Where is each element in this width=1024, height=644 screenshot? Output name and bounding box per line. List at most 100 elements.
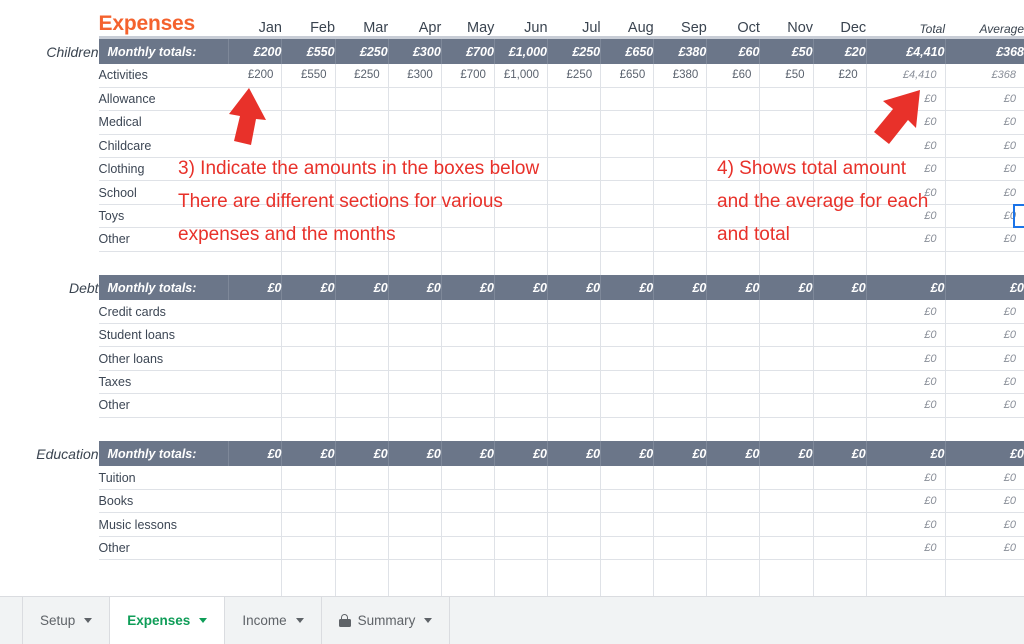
expense-month-cell[interactable] <box>388 300 442 325</box>
expense-month-cell[interactable] <box>281 110 336 135</box>
column-header-month[interactable]: Aug <box>601 0 654 36</box>
section-total-month[interactable]: £0 <box>228 275 283 301</box>
expense-month-cell[interactable] <box>600 157 655 182</box>
expense-month-cell[interactable] <box>494 180 549 205</box>
section-total-month[interactable]: £0 <box>759 441 814 467</box>
expense-row-total[interactable]: £0 <box>866 323 946 348</box>
expense-month-cell[interactable] <box>653 323 708 348</box>
section-total-month[interactable]: £0 <box>813 275 867 301</box>
expense-month-cell[interactable] <box>600 466 655 490</box>
expense-row-total[interactable]: £0 <box>866 204 946 229</box>
expense-row[interactable]: Other £0 £0 <box>0 393 1024 418</box>
expense-month-cell[interactable]: £50 <box>759 64 814 88</box>
expense-row[interactable]: Other £0 £0 <box>0 227 1024 252</box>
expense-month-cell[interactable] <box>813 346 867 371</box>
expense-month-cell[interactable] <box>706 227 761 252</box>
expense-month-cell[interactable] <box>813 110 867 135</box>
expense-month-cell[interactable] <box>653 157 708 182</box>
expense-month-cell[interactable] <box>813 157 867 182</box>
expense-month-cell[interactable] <box>494 300 549 325</box>
spacer-label-cell[interactable] <box>99 560 229 584</box>
expense-month-cell[interactable] <box>228 536 283 561</box>
expense-month-cell[interactable] <box>813 512 867 537</box>
expense-month-cell[interactable] <box>547 346 602 371</box>
expense-month-cell[interactable] <box>706 370 761 395</box>
expense-month-cell[interactable] <box>441 204 495 229</box>
spacer-cell[interactable] <box>706 417 761 442</box>
expense-month-cell[interactable] <box>335 134 389 159</box>
spacer-cell[interactable] <box>547 559 602 584</box>
expense-category-label[interactable]: Credit cards <box>98 300 229 325</box>
section-total-sum[interactable]: £0 <box>866 275 946 301</box>
expense-month-cell[interactable] <box>547 512 602 537</box>
expense-row-average[interactable]: £0 <box>945 180 1024 205</box>
spacer-cell[interactable] <box>335 251 389 276</box>
section-total-month[interactable]: £60 <box>706 39 761 64</box>
chevron-down-icon[interactable] <box>199 618 208 623</box>
expense-month-cell[interactable] <box>653 110 708 135</box>
expense-month-cell[interactable] <box>441 536 495 561</box>
expense-month-cell[interactable] <box>228 300 283 325</box>
section-total-month[interactable]: £550 <box>281 39 336 64</box>
expense-category-label[interactable]: Medical <box>98 110 229 135</box>
expense-month-cell[interactable] <box>494 489 549 514</box>
expense-month-cell[interactable] <box>706 300 761 325</box>
expense-month-cell[interactable] <box>441 180 495 205</box>
expense-month-cell[interactable] <box>759 204 814 229</box>
expense-month-cell[interactable] <box>335 180 389 205</box>
expense-month-cell[interactable] <box>335 370 389 395</box>
section-total-month[interactable]: £20 <box>813 39 867 64</box>
section-total-month[interactable]: £0 <box>494 275 549 301</box>
spacer-cell[interactable] <box>600 251 655 276</box>
expense-month-cell[interactable] <box>600 204 655 229</box>
expense-row[interactable]: Allowance £0 £0 <box>0 87 1024 112</box>
expense-month-cell[interactable] <box>759 134 814 159</box>
section-total-month[interactable]: £0 <box>600 275 655 301</box>
section-spacer-row[interactable] <box>0 559 1024 584</box>
section-total-month[interactable]: £380 <box>653 39 708 64</box>
spacer-cell[interactable] <box>759 559 814 584</box>
expense-month-cell[interactable] <box>547 204 602 229</box>
expense-row-total[interactable]: £0 <box>866 227 946 252</box>
expense-month-cell[interactable] <box>388 323 442 348</box>
section-total-month[interactable]: £0 <box>441 275 495 301</box>
expense-month-cell[interactable] <box>759 180 814 205</box>
expense-month-cell[interactable] <box>441 346 495 371</box>
expense-month-cell[interactable] <box>759 489 814 514</box>
expense-month-cell[interactable] <box>706 466 761 490</box>
expense-row[interactable]: Childcare £0 £0 <box>0 134 1024 159</box>
expense-month-cell[interactable] <box>653 346 708 371</box>
expense-month-cell[interactable] <box>547 536 602 561</box>
expense-month-cell[interactable] <box>228 346 283 371</box>
expense-month-cell[interactable] <box>706 180 761 205</box>
expense-month-cell[interactable] <box>441 110 495 135</box>
expense-month-cell[interactable] <box>759 393 814 418</box>
section-total-average[interactable]: £0 <box>945 441 1024 467</box>
expense-category-label[interactable]: Activities <box>98 64 229 88</box>
spacer-cell[interactable] <box>759 417 814 442</box>
expense-row-average[interactable]: £0 <box>945 489 1024 514</box>
expense-month-cell[interactable] <box>653 512 708 537</box>
expense-category-label[interactable]: Allowance <box>98 87 229 112</box>
expense-month-cell[interactable] <box>228 323 283 348</box>
expense-month-cell[interactable] <box>335 300 389 325</box>
expense-row-total[interactable]: £0 <box>866 393 946 418</box>
expense-category-label[interactable]: Other loans <box>98 346 229 371</box>
expense-month-cell[interactable]: £60 <box>706 64 761 88</box>
expense-row-average[interactable]: £0 <box>945 536 1024 561</box>
expense-month-cell[interactable] <box>388 393 442 418</box>
expense-month-cell[interactable] <box>335 512 389 537</box>
expense-month-cell[interactable] <box>281 536 336 561</box>
expense-row-average[interactable]: £0 <box>945 370 1024 395</box>
column-header-month[interactable]: Apr <box>388 0 442 36</box>
expenses-table[interactable]: Expenses Jan Feb Mar Apr May Jun Jul Aug Sep Oct No… <box>0 0 1024 608</box>
section-total-month[interactable]: £0 <box>706 441 761 467</box>
expense-month-cell[interactable] <box>441 393 495 418</box>
expense-month-cell[interactable] <box>547 323 602 348</box>
expense-month-cell[interactable] <box>813 204 867 229</box>
expense-category-label[interactable]: Other <box>98 227 229 252</box>
expense-month-cell[interactable] <box>600 300 655 325</box>
expense-month-cell[interactable] <box>600 134 655 159</box>
expense-row[interactable]: Other £0 £0 <box>0 536 1024 561</box>
spacer-cell[interactable] <box>547 417 602 442</box>
